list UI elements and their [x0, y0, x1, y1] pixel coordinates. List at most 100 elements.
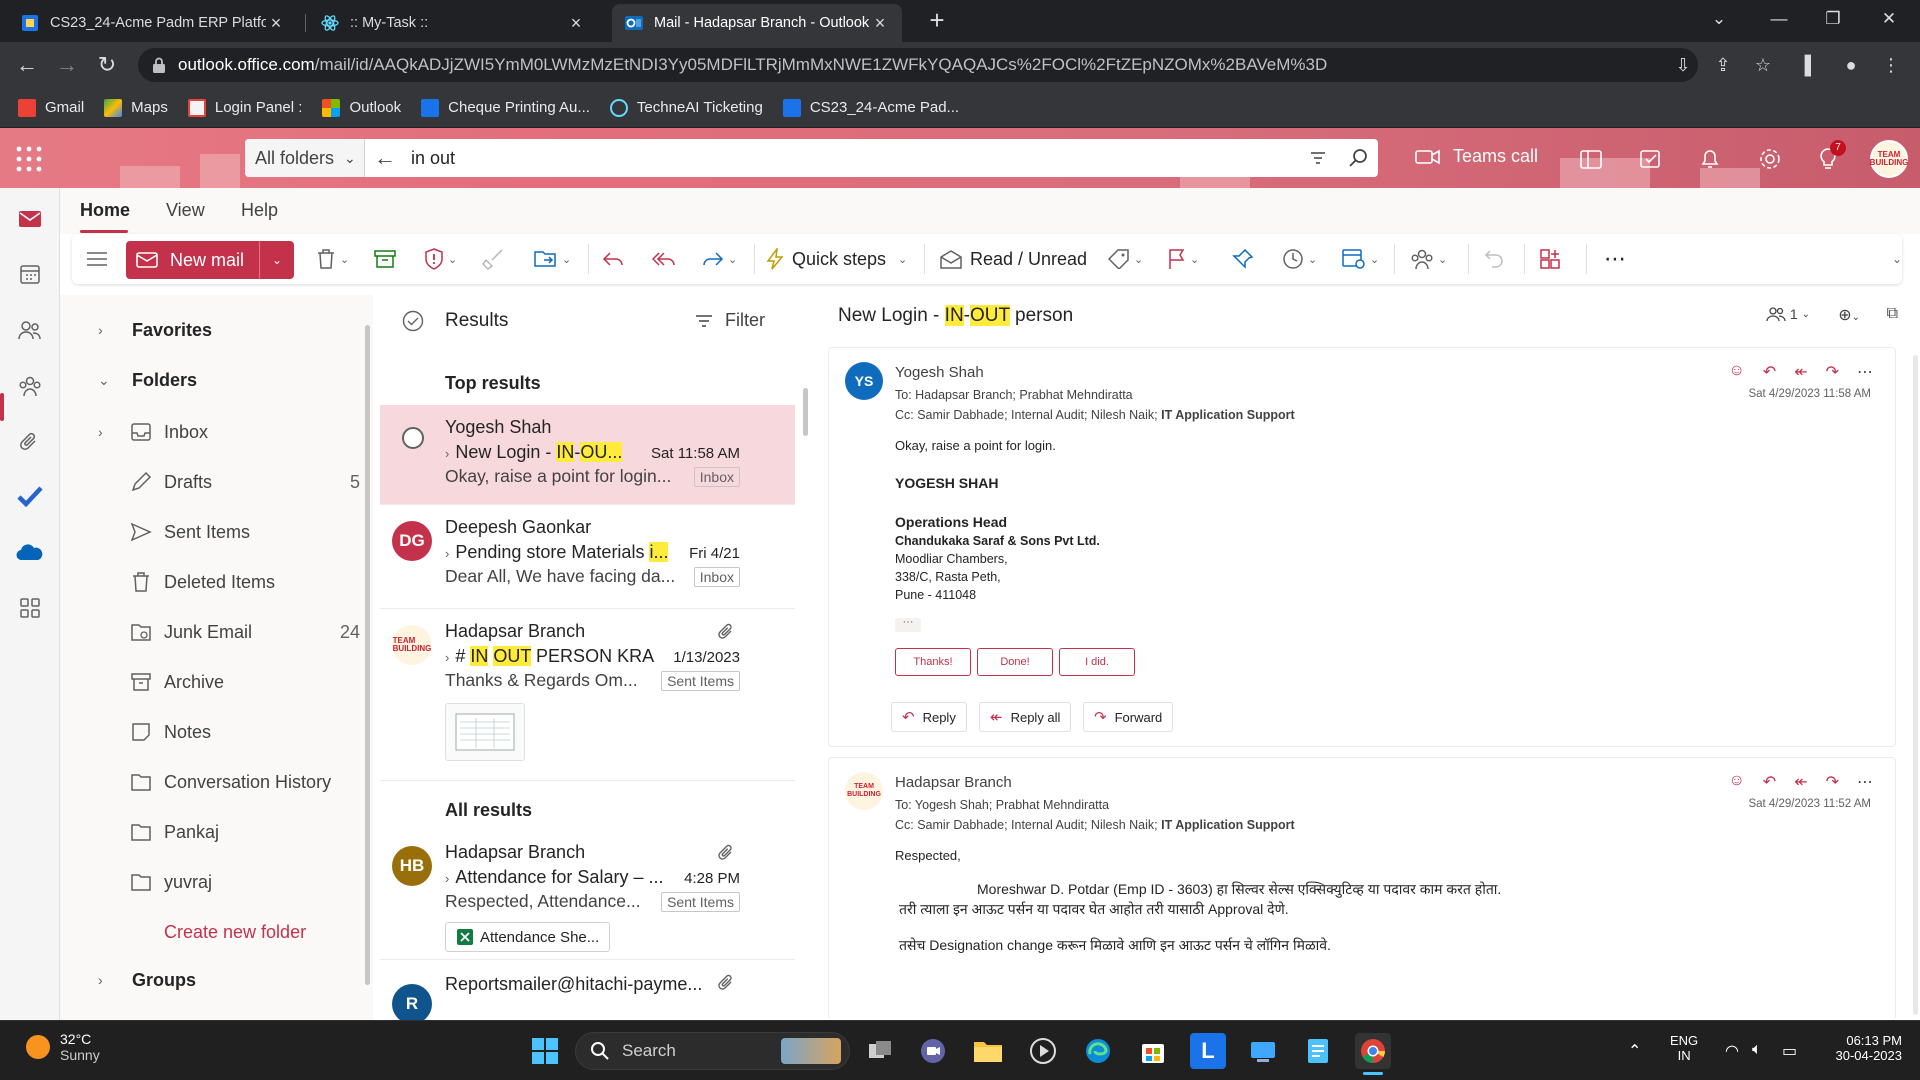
mail-icon[interactable]: [14, 203, 46, 235]
folder-conversation-history[interactable]: Conversation History: [60, 762, 360, 802]
hamburger-menu-icon[interactable]: [86, 242, 108, 276]
quick-reply-i-did[interactable]: I did.: [1059, 648, 1135, 676]
folder-archive[interactable]: Archive: [60, 662, 360, 702]
volume-icon[interactable]: 🔈︎: [1752, 1041, 1762, 1059]
bookmark-star-icon[interactable]: ☆: [1750, 52, 1776, 78]
bookmark-techneai[interactable]: TechneAI Ticketing: [609, 98, 763, 117]
participants-button[interactable]: 1 ⌄: [1766, 305, 1810, 323]
battery-icon[interactable]: ▭: [1782, 1041, 1797, 1061]
onedrive-icon[interactable]: [14, 536, 46, 568]
sender-name[interactable]: Hadapsar Branch: [895, 774, 1012, 791]
folders-section[interactable]: ⌄ Folders: [60, 360, 360, 400]
forward-icon[interactable]: ↷: [1826, 362, 1839, 382]
delete-button[interactable]: ⌄: [316, 242, 349, 276]
show-hidden-icons[interactable]: ⌃: [1628, 1041, 1641, 1061]
popout-icon[interactable]: ⧉: [1887, 305, 1898, 323]
reply-all-button[interactable]: ↞ Reply all: [979, 702, 1072, 732]
more-actions-icon[interactable]: ⋯: [1857, 362, 1873, 382]
folder-inbox[interactable]: › Inbox: [60, 412, 360, 452]
close-window-button[interactable]: ✕: [1866, 0, 1912, 40]
language-indicator[interactable]: ENG IN: [1670, 1033, 1698, 1063]
reply-button[interactable]: [602, 242, 624, 276]
search-scope-dropdown[interactable]: All folders ⌄: [245, 139, 365, 177]
reply-button[interactable]: ↶ Reply: [891, 702, 967, 732]
tab-view[interactable]: View: [166, 200, 205, 221]
categorize-button[interactable]: ⌄: [1108, 242, 1143, 276]
more-apps-icon[interactable]: [14, 592, 46, 624]
flag-button[interactable]: ⌄: [1168, 242, 1199, 276]
settings-gear-icon[interactable]: [1757, 146, 1783, 172]
folder-sent-items[interactable]: Sent Items: [60, 512, 360, 552]
url-bar[interactable]: outlook.office.com/mail/id/AAQkADJjZWI5Y…: [138, 48, 1698, 82]
create-new-folder-link[interactable]: Create new folder: [60, 912, 360, 952]
reading-pane-scrollbar[interactable]: [1913, 355, 1918, 1015]
attachment-icon[interactable]: [14, 426, 46, 458]
wifi-icon[interactable]: ◠: [1725, 1041, 1739, 1061]
tab-help[interactable]: Help: [241, 200, 278, 221]
search-input[interactable]: in out: [405, 148, 1298, 169]
pin-button[interactable]: [1232, 242, 1254, 276]
calendar-icon[interactable]: [14, 258, 46, 290]
undo-button[interactable]: [1484, 242, 1504, 276]
zoom-icon[interactable]: ⊕⌄: [1838, 305, 1860, 325]
bookmark-acme[interactable]: CS23_24-Acme Pad...: [782, 98, 959, 117]
bookmark-cheque-printing[interactable]: Cheque Printing Au...: [421, 98, 590, 117]
new-mail-button[interactable]: New mail ⌄: [126, 241, 294, 279]
side-panel-icon[interactable]: ▌: [1798, 52, 1824, 78]
folder-yuvraj[interactable]: yuvraj: [60, 862, 360, 902]
new-mail-dropdown[interactable]: ⌄: [260, 253, 294, 267]
message-row[interactable]: HB Hadapsar Branch › Attendance for Salar…: [380, 830, 795, 960]
account-avatar[interactable]: TEAM BUILDING: [1870, 140, 1908, 178]
close-tab-icon[interactable]: ×: [870, 13, 890, 34]
show-trimmed-button[interactable]: ···: [895, 617, 921, 632]
forward-button[interactable]: →: [52, 50, 82, 80]
teams-call-button[interactable]: Teams call: [1415, 146, 1538, 167]
chrome-icon[interactable]: [1355, 1033, 1391, 1075]
search-filter-icon[interactable]: [1298, 139, 1338, 177]
emoji-reaction-icon[interactable]: ☺: [1728, 772, 1744, 792]
message-row[interactable]: TEAM BUILDING Hadapsar Branch › # IN OUT P…: [380, 609, 795, 781]
reply-all-button[interactable]: [652, 242, 676, 276]
favorites-section[interactable]: › Favorites: [60, 310, 360, 350]
move-to-button[interactable]: ⌄: [534, 242, 571, 276]
rules-button[interactable]: ⌄: [1342, 242, 1379, 276]
folder-pankaj[interactable]: Pankaj: [60, 812, 360, 852]
todo-icon[interactable]: [14, 480, 46, 512]
start-button[interactable]: [527, 1033, 563, 1069]
store-icon[interactable]: [1135, 1033, 1171, 1069]
back-button[interactable]: ←: [12, 50, 42, 80]
teams-chat-icon[interactable]: [915, 1033, 951, 1069]
emoji-reaction-icon[interactable]: ☺: [1728, 362, 1744, 382]
app-l-icon[interactable]: L: [1190, 1033, 1226, 1069]
compose-note-icon[interactable]: [1638, 146, 1664, 172]
folder-drafts[interactable]: Drafts 5: [60, 462, 360, 502]
sender-name[interactable]: Yogesh Shah: [895, 364, 984, 381]
file-explorer-icon[interactable]: [970, 1033, 1006, 1069]
message-list-scrollbar[interactable]: [803, 388, 808, 436]
folder-junk-email[interactable]: Junk Email 24: [60, 612, 360, 652]
sweep-button[interactable]: [482, 242, 504, 276]
quick-reply-thanks[interactable]: Thanks!: [895, 648, 971, 676]
read-unread-button[interactable]: Read / Unread: [940, 242, 1087, 276]
attachment-chip[interactable]: Attendance She...: [445, 922, 611, 952]
forward-icon[interactable]: ↷: [1826, 772, 1839, 792]
bookmark-gmail[interactable]: Gmail: [18, 98, 84, 117]
clock[interactable]: 06:13 PM 30-04-2023: [1826, 1033, 1903, 1063]
groups-icon[interactable]: [14, 370, 46, 402]
reply-icon[interactable]: ↶: [1763, 362, 1776, 382]
attachment-thumbnail[interactable]: [445, 703, 525, 761]
tab-search-icon[interactable]: ⌄: [1696, 0, 1742, 40]
folder-deleted-items[interactable]: Deleted Items: [60, 562, 360, 602]
edge-icon[interactable]: [1080, 1033, 1116, 1069]
forward-button[interactable]: ⌄: [702, 242, 737, 276]
reply-all-icon[interactable]: ↞: [1794, 772, 1807, 792]
reload-button[interactable]: ↻: [92, 50, 122, 80]
minimize-button[interactable]: —: [1756, 0, 1802, 40]
folder-pane-scrollbar[interactable]: [365, 325, 370, 985]
message-row[interactable]: Yogesh Shah › New Login - IN-OU... Sat 11…: [380, 405, 795, 505]
reply-icon[interactable]: ↶: [1763, 772, 1776, 792]
notes-app-icon[interactable]: [1300, 1033, 1336, 1069]
groups-section[interactable]: › Groups: [60, 960, 360, 1000]
download-icon[interactable]: ⇩: [1670, 52, 1696, 78]
folder-notes[interactable]: Notes: [60, 712, 360, 752]
